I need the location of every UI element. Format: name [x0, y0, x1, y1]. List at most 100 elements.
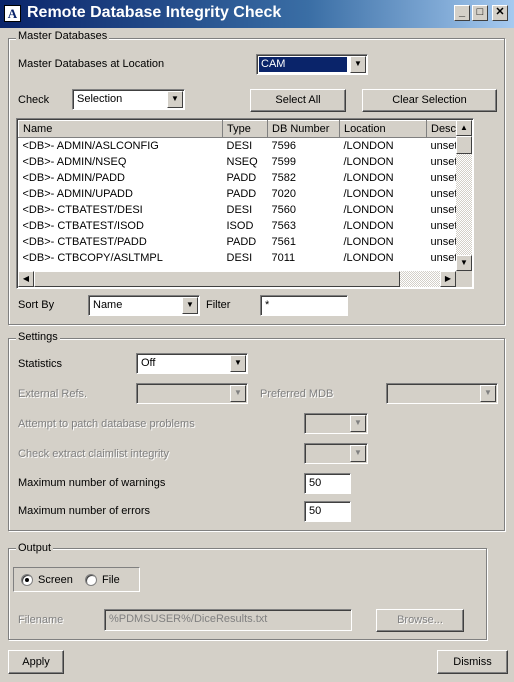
max-errors-input[interactable]: 50 — [304, 501, 351, 522]
chevron-down-icon[interactable]: ▼ — [350, 56, 366, 73]
statistics-combo-value: Off — [141, 357, 156, 369]
database-table: Name Type DB Number Location Desc <DB>- … — [18, 120, 456, 266]
settings-group-title: Settings — [16, 331, 60, 343]
patch-problems-label: Attempt to patch database problems — [18, 418, 195, 430]
chevron-down-icon[interactable]: ▼ — [480, 385, 496, 402]
sort-by-combo-value: Name — [93, 299, 123, 311]
chevron-down-icon[interactable]: ▼ — [182, 297, 198, 314]
cell-name: <DB>- CTBATEST/DESI — [22, 203, 143, 216]
claimlist-integrity-label: Check extract claimlist integrity — [18, 448, 169, 460]
select-all-button[interactable]: Select All — [250, 89, 346, 112]
statistics-label: Statistics — [18, 358, 63, 370]
chevron-down-icon[interactable]: ▼ — [230, 355, 246, 372]
max-warnings-label: Maximum number of warnings — [18, 477, 166, 489]
cell-description: unset — [430, 235, 457, 248]
cell-name: <DB>- CTBCOPY/ASLTMPL — [22, 251, 163, 264]
column-header-description[interactable]: Desc — [426, 120, 456, 138]
column-header-type[interactable]: Type — [222, 120, 268, 138]
check-combo[interactable]: Selection ▼ — [72, 89, 185, 110]
title-bar[interactable]: A Remote Database Integrity Check _ □ ✕ — [0, 0, 514, 28]
cell-name: <DB>- ADMIN/ASLCONFIG — [22, 139, 159, 152]
vertical-scroll-thumb[interactable] — [456, 136, 472, 154]
cell-description: unset — [430, 219, 457, 232]
settings-group — [8, 338, 505, 531]
scroll-up-icon[interactable]: ▲ — [456, 120, 472, 136]
cell-location: /LONDON — [343, 139, 394, 152]
browse-button[interactable]: Browse... — [376, 609, 464, 632]
cell-db-number: 7561 — [271, 235, 296, 248]
table-row[interactable]: <DB>- ADMIN/UPADD PADD 7020 /LONDON unse… — [19, 186, 457, 202]
sort-by-combo[interactable]: Name ▼ — [88, 295, 200, 316]
chevron-down-icon[interactable]: ▼ — [350, 415, 366, 432]
cell-db-number: 7582 — [271, 171, 296, 184]
filename-input[interactable]: %PDMSUSER%/DiceResults.txt — [104, 609, 352, 631]
database-list[interactable]: Name Type DB Number Location Desc <DB>- … — [16, 118, 474, 289]
file-radio[interactable] — [85, 574, 97, 586]
cell-description: unset — [430, 187, 457, 200]
maximize-button[interactable]: □ — [472, 5, 488, 21]
max-warnings-input[interactable]: 50 — [304, 473, 351, 494]
cell-description: unset — [430, 251, 457, 264]
filter-input-value: * — [265, 299, 270, 311]
statistics-combo[interactable]: Off ▼ — [136, 353, 248, 374]
table-row[interactable]: <DB>- ADMIN/NSEQ NSEQ 7599 /LONDON unset — [19, 154, 457, 170]
cell-type: ISOD — [226, 219, 254, 232]
chevron-down-icon[interactable]: ▼ — [350, 445, 366, 462]
scroll-right-icon[interactable]: ▶ — [440, 271, 456, 287]
external-refs-label: External Refs. — [18, 388, 88, 400]
column-header-db-number[interactable]: DB Number — [267, 120, 340, 138]
table-row[interactable]: <DB>- CTBCOPY/ASLTMPL DESI 7011 /LONDON … — [19, 250, 457, 266]
clear-selection-button[interactable]: Clear Selection — [362, 89, 497, 112]
chevron-down-icon[interactable]: ▼ — [230, 385, 246, 402]
cell-type: NSEQ — [226, 155, 258, 168]
external-refs-combo[interactable]: ▼ — [136, 383, 248, 404]
master-databases-group-title: Master Databases — [16, 30, 110, 42]
patch-problems-combo[interactable]: ▼ — [304, 413, 368, 434]
table-header-row: Name Type DB Number Location Desc — [18, 120, 456, 138]
max-warnings-value: 50 — [309, 477, 322, 489]
claimlist-integrity-combo[interactable]: ▼ — [304, 443, 368, 464]
cell-db-number: 7020 — [271, 187, 296, 200]
chevron-down-icon[interactable]: ▼ — [167, 91, 183, 108]
scroll-down-icon[interactable]: ▼ — [456, 255, 472, 271]
apply-button[interactable]: Apply — [8, 650, 64, 674]
table-row[interactable]: <DB>- ADMIN/ASLCONFIG DESI 7596 /LONDON … — [19, 138, 457, 154]
screen-radio-label[interactable]: Screen — [38, 574, 73, 586]
output-group-title: Output — [16, 542, 54, 554]
max-errors-value: 50 — [309, 505, 322, 517]
scroll-left-icon[interactable]: ◀ — [18, 271, 34, 287]
cell-location: /LONDON — [343, 203, 394, 216]
location-combo[interactable]: CAM ▼ — [256, 54, 368, 75]
close-button[interactable]: ✕ — [492, 5, 508, 21]
cell-name: <DB>- ADMIN/PADD — [22, 171, 126, 184]
horizontal-scroll-thumb[interactable] — [34, 271, 400, 287]
table-row[interactable]: <DB>- CTBATEST/PADD PADD 7561 /LONDON un… — [19, 234, 457, 250]
cell-description: unset — [430, 171, 457, 184]
cell-name: <DB>- CTBATEST/ISOD — [22, 219, 144, 232]
database-list-viewport: Name Type DB Number Location Desc <DB>- … — [18, 120, 456, 271]
file-radio-label[interactable]: File — [102, 574, 120, 586]
cell-name: <DB>- ADMIN/NSEQ — [22, 155, 127, 168]
table-row[interactable]: <DB>- CTBATEST/ISOD ISOD 7563 /LONDON un… — [19, 218, 457, 234]
minimize-button[interactable]: _ — [454, 5, 470, 21]
scroll-corner — [456, 271, 472, 287]
filter-input[interactable]: * — [260, 295, 348, 316]
screen-radio[interactable] — [21, 574, 33, 586]
cell-location: /LONDON — [343, 171, 394, 184]
column-header-name[interactable]: Name — [18, 120, 223, 138]
cell-db-number: 7560 — [271, 203, 296, 216]
cell-name: <DB>- CTBATEST/PADD — [22, 235, 147, 248]
cell-type: DESI — [226, 251, 253, 264]
cell-location: /LONDON — [343, 187, 394, 200]
cell-location: /LONDON — [343, 219, 394, 232]
check-combo-value: Selection — [77, 93, 123, 105]
preferred-mdb-combo[interactable]: ▼ — [386, 383, 498, 404]
table-row[interactable]: <DB>- CTBATEST/DESI DESI 7560 /LONDON un… — [19, 202, 457, 218]
dismiss-button[interactable]: Dismiss — [437, 650, 508, 674]
cell-type: PADD — [226, 171, 257, 184]
cell-db-number: 7563 — [271, 219, 296, 232]
cell-description: unset — [430, 155, 457, 168]
table-row[interactable]: <DB>- ADMIN/PADD PADD 7582 /LONDON unset — [19, 170, 457, 186]
column-header-location[interactable]: Location — [339, 120, 427, 138]
max-errors-label: Maximum number of errors — [18, 505, 151, 517]
